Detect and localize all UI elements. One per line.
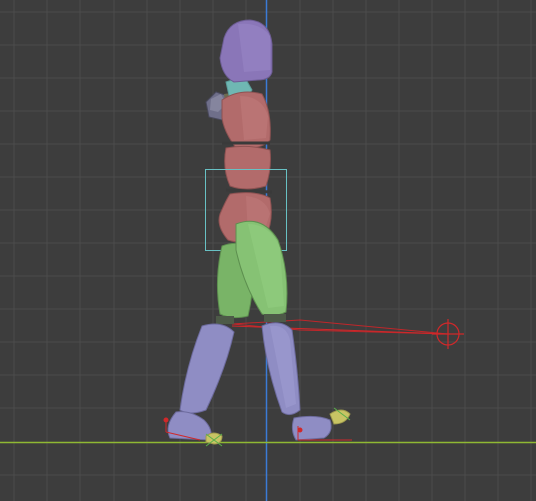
right-knee-joint [264,314,286,322]
left-toe [205,432,223,445]
left-knee-joint [216,316,234,324]
3d-viewport[interactable] [0,0,536,501]
belly [224,145,271,190]
